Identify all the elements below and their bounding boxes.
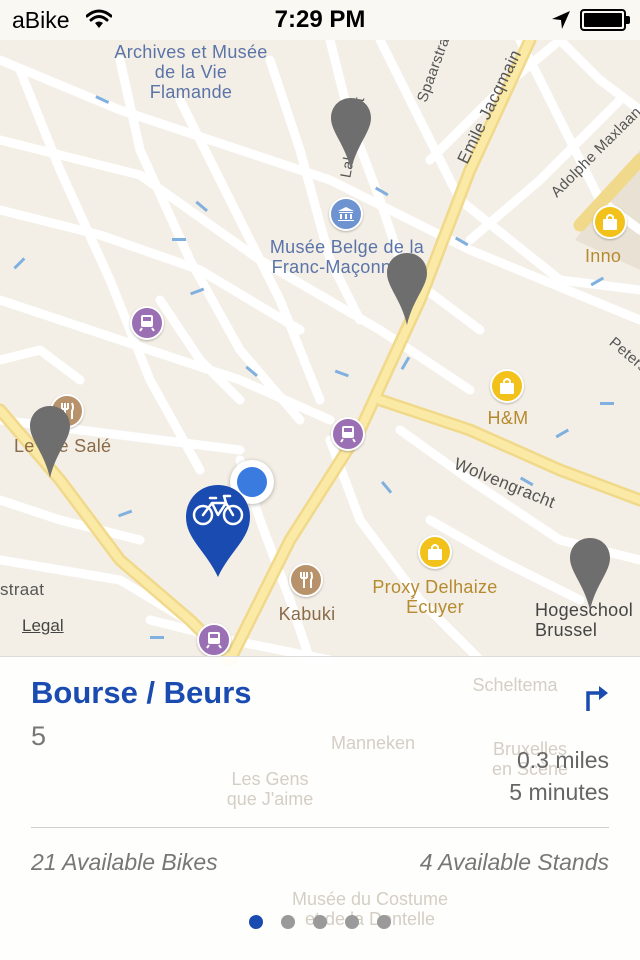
shopping-bag-icon bbox=[418, 535, 452, 569]
page-dot[interactable] bbox=[281, 915, 295, 929]
battery-icon bbox=[580, 9, 630, 31]
page-dot[interactable] bbox=[313, 915, 327, 929]
poi-label-proxy-delhaize: Proxy Delhaize Écuyer bbox=[372, 577, 498, 617]
distance-value: 0.3 miles bbox=[516, 747, 609, 773]
shopping-bag-icon bbox=[593, 205, 627, 239]
available-stands: 4 Available Stands bbox=[419, 849, 609, 875]
page-dot[interactable] bbox=[345, 915, 359, 929]
map-label-behind-panel: Scheltema bbox=[472, 675, 558, 695]
poi-label-kabuki: Kabuki bbox=[278, 604, 336, 624]
station-pin[interactable] bbox=[385, 251, 429, 327]
page-dot[interactable] bbox=[249, 915, 263, 929]
directions-button[interactable] bbox=[578, 679, 614, 715]
status-time: 7:29 PM bbox=[274, 6, 366, 33]
map-label-behind-panel: Les Gens que J'aime bbox=[226, 769, 314, 809]
poi-label-hm: H&M bbox=[487, 408, 529, 428]
tram-icon bbox=[197, 623, 231, 657]
station-pin[interactable] bbox=[568, 536, 612, 612]
page-dot[interactable] bbox=[377, 915, 391, 929]
tram-icon bbox=[331, 417, 365, 451]
street-label-straat: straat bbox=[0, 580, 45, 599]
station-name: Bourse / Beurs bbox=[31, 675, 252, 710]
shopping-bag-icon bbox=[490, 369, 524, 403]
walk-time-value: 5 minutes bbox=[509, 779, 609, 805]
map-label-behind-panel: Manneken bbox=[330, 733, 416, 753]
location-arrow-icon bbox=[551, 10, 571, 35]
tram-icon bbox=[130, 306, 164, 340]
available-bikes: 21 Available Bikes bbox=[31, 849, 218, 875]
restaurant-icon bbox=[289, 563, 323, 597]
poi-label-archives: Archives et Musée de la Vie Flamande bbox=[114, 42, 268, 102]
turn-right-arrow-icon bbox=[586, 686, 608, 711]
divider bbox=[31, 827, 609, 828]
status-bar: aBike 7:29 PM bbox=[0, 0, 640, 40]
station-info-panel[interactable]: Scheltema Manneken Les Gens que J'aime B… bbox=[0, 656, 640, 960]
station-id: 5 bbox=[31, 721, 47, 751]
poi-label-inno: Inno bbox=[585, 246, 622, 266]
page-indicator[interactable] bbox=[0, 915, 640, 929]
museum-icon bbox=[329, 197, 363, 231]
selected-station-pin[interactable] bbox=[184, 483, 252, 579]
station-pin[interactable] bbox=[329, 96, 373, 172]
station-pin[interactable] bbox=[28, 404, 72, 480]
legal-link[interactable]: Legal bbox=[22, 616, 64, 636]
